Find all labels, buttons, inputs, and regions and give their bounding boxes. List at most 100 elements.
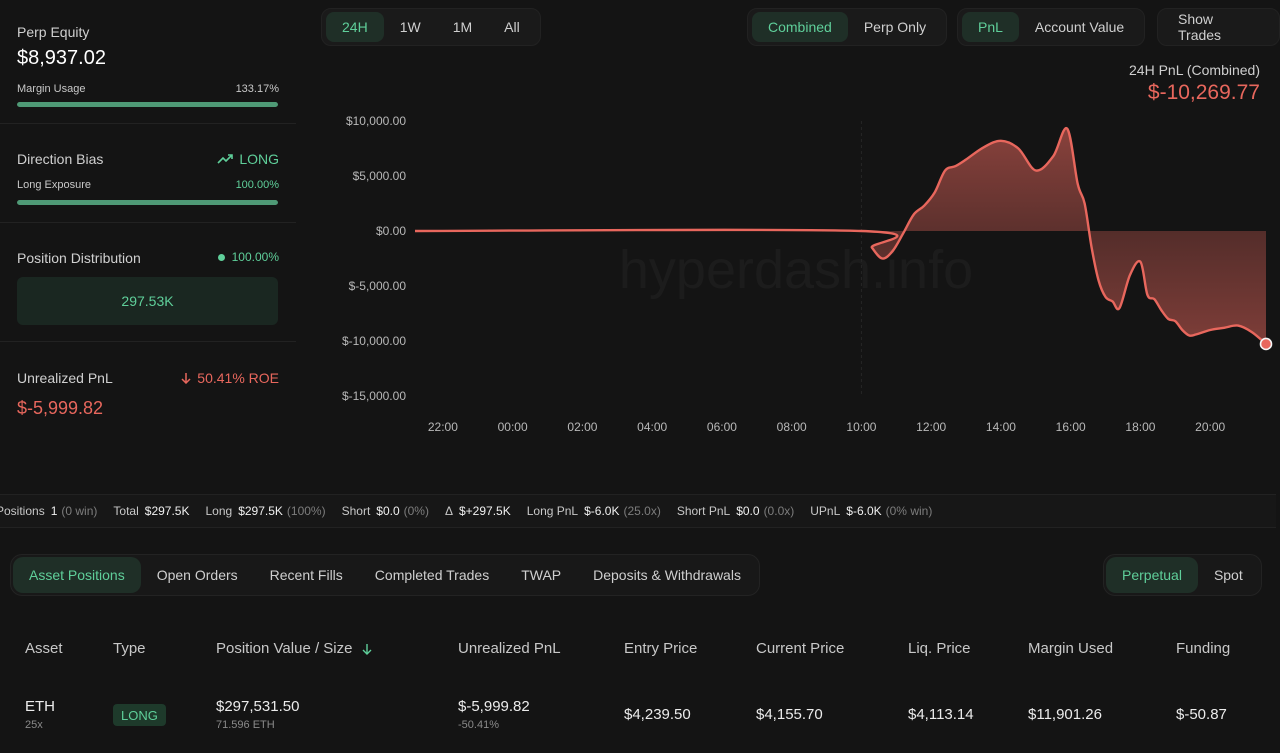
tab-recent-fills[interactable]: Recent Fills — [254, 557, 359, 593]
unrealized-pnl-value: $-5,999.82 — [17, 398, 104, 418]
y-tick-label: $-10,000.00 — [342, 334, 406, 348]
x-tick-label: 16:00 — [1056, 420, 1086, 434]
col-header-liq-price[interactable]: Liq. Price — [908, 640, 971, 657]
trending-up-icon — [217, 154, 234, 164]
x-tick-label: 20:00 — [1195, 420, 1225, 434]
row-liq-price: $4,113.14 — [908, 706, 974, 723]
col-header-current-price[interactable]: Current Price — [756, 640, 844, 657]
margin-usage-bar — [17, 102, 278, 107]
row-unrealized-pnl: $-5,999.82 — [458, 698, 530, 715]
tab-perpetual[interactable]: Perpetual — [1106, 557, 1198, 593]
tab-completed-trades[interactable]: Completed Trades — [359, 557, 505, 593]
col-header-unrealized-pnl[interactable]: Unrealized PnL — [458, 640, 561, 657]
row-type-badge: LONG — [113, 704, 166, 726]
stat-meta: (100%) — [286, 504, 326, 518]
col-header-entry-price[interactable]: Entry Price — [624, 640, 697, 657]
perp-equity-label: Perp Equity — [17, 24, 90, 40]
col-header-type[interactable]: Type — [113, 640, 146, 657]
y-tick-label: $-15,000.00 — [342, 389, 406, 403]
account-summary-panel: Perp Equity $8,937.02 Margin Usage 133.1… — [0, 0, 296, 470]
tab-open-orders[interactable]: Open Orders — [141, 557, 254, 593]
positions-stats-bar: Positions 1 (0 win) Total $297.5K Long $297.5K… — [0, 494, 1276, 528]
row-asset: ETH — [25, 698, 55, 715]
margin-usage-label: Margin Usage — [17, 83, 86, 95]
stat-value: $-6.0K — [846, 504, 882, 518]
x-tick-label: 18:00 — [1125, 420, 1155, 434]
margin-usage-value: 133.17% — [235, 83, 279, 95]
x-tick-label: 22:00 — [428, 420, 458, 434]
position-distribution-value: 100.00% — [217, 250, 279, 264]
pnl-chart-panel: 24H 1W 1M All Combined Perp Only PnL Account … — [296, 0, 1280, 470]
stat-key: Long PnL — [526, 504, 579, 518]
stat-short-pnl: Short PnL $0.0 (0.0x) — [677, 504, 794, 518]
col-header-position-value[interactable]: Position Value / Size — [216, 640, 372, 657]
chart-watermark: hyperdash.info — [619, 240, 973, 300]
y-tick-label: $-5,000.00 — [349, 279, 407, 293]
row-unrealized-pnl-pct: -50.41% — [458, 719, 499, 731]
perp-equity-value: $8,937.02 — [17, 47, 106, 69]
y-tick-label: $5,000.00 — [353, 169, 407, 183]
pnl-last-point[interactable] — [1259, 337, 1273, 351]
tab-asset-positions[interactable]: Asset Positions — [13, 557, 141, 593]
dot-icon — [217, 253, 225, 261]
stat-long: Long $297.5K (100%) — [205, 504, 325, 518]
stat-meta: (0%) — [403, 504, 429, 518]
stat-meta: (0% win) — [885, 504, 933, 518]
unrealized-pnl-card: Unrealized PnL 50.41% ROE $-5,999.82 — [0, 342, 296, 470]
stat-meta: (25.0x) — [623, 504, 661, 518]
x-tick-label: 08:00 — [777, 420, 807, 434]
col-header-funding[interactable]: Funding — [1176, 640, 1230, 657]
stat-upnl: UPnL $-6.0K (0% win) — [810, 504, 932, 518]
position-distribution-label: Position Distribution — [17, 250, 141, 266]
stat-short: Short $0.0 (0%) — [342, 504, 429, 518]
stat-value: $+297.5K — [459, 504, 511, 518]
row-current-price: $4,155.70 — [756, 706, 823, 723]
stat-meta: (0.0x) — [763, 504, 795, 518]
sort-desc-icon — [362, 643, 372, 655]
direction-bias-card: Direction Bias LONG Long Exposure 100.00… — [0, 124, 296, 223]
stat-value: $0.0 — [376, 504, 400, 518]
pnl-chart[interactable]: hyperdash.info $10,000.00 $5,000.00 $0.00 $… — [296, 0, 1280, 470]
stat-value: $297.5K — [238, 504, 283, 518]
long-exposure-bar — [17, 200, 278, 205]
tab-spot[interactable]: Spot — [1198, 557, 1259, 593]
stat-value: $0.0 — [736, 504, 760, 518]
row-position-size: 71.596 ETH — [216, 719, 275, 731]
y-tick-label: $0.00 — [376, 224, 406, 238]
stat-key: Short — [341, 504, 371, 518]
col-header-asset[interactable]: Asset — [25, 640, 63, 657]
stat-value: 1 — [50, 504, 58, 518]
x-tick-label: 06:00 — [707, 420, 737, 434]
arrow-down-icon — [181, 373, 191, 384]
position-distribution-segment[interactable]: 297.53K — [17, 277, 278, 325]
stat-key: Total — [113, 504, 139, 518]
stat--: Δ $+297.5K — [445, 504, 511, 518]
stat-positions: Positions 1 (0 win) — [0, 504, 97, 518]
tab-twap[interactable]: TWAP — [505, 557, 577, 593]
stat-key: UPnL — [810, 504, 841, 518]
unrealized-roe: 50.41% ROE — [181, 370, 279, 386]
positions-tabs: Asset Positions Open Orders Recent Fills Co… — [10, 554, 760, 596]
x-tick-label: 04:00 — [637, 420, 667, 434]
pnl-area-negative — [415, 231, 1266, 344]
row-leverage: 25x — [25, 719, 43, 731]
x-tick-label: 02:00 — [567, 420, 597, 434]
stat-total: Total $297.5K — [113, 504, 189, 518]
col-header-margin-used[interactable]: Margin Used — [1028, 640, 1113, 657]
stat-key: Long — [205, 504, 233, 518]
stat-value: $297.5K — [144, 504, 190, 518]
stat-key: Positions — [0, 504, 45, 518]
long-exposure-label: Long Exposure — [17, 179, 91, 191]
perp-equity-card: Perp Equity $8,937.02 Margin Usage 133.1… — [0, 0, 296, 124]
stat-value: $-6.0K — [584, 504, 620, 518]
row-entry-price: $4,239.50 — [624, 706, 691, 723]
stat-key: Δ — [444, 504, 453, 518]
unrealized-pnl-label: Unrealized PnL — [17, 370, 113, 386]
x-tick-label: 12:00 — [916, 420, 946, 434]
market-type-tabs: Perpetual Spot — [1103, 554, 1262, 596]
tab-deposits-withdrawals[interactable]: Deposits & Withdrawals — [577, 557, 757, 593]
stat-meta: (0 win) — [61, 504, 98, 518]
x-tick-label: 00:00 — [498, 420, 528, 434]
direction-bias-value: LONG — [217, 151, 279, 167]
stat-long-pnl: Long PnL $-6.0K (25.0x) — [527, 504, 661, 518]
